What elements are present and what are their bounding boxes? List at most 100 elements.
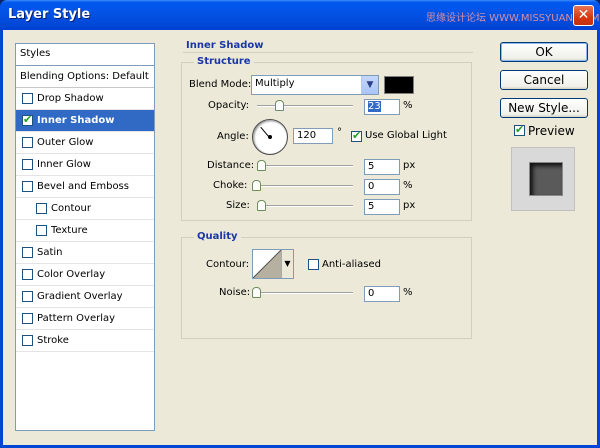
style-checkbox[interactable] [22, 269, 33, 280]
blend-mode-label: Blend Mode: [189, 79, 252, 90]
style-item-satin[interactable]: Satin [16, 242, 154, 264]
choke-label: Choke: [213, 180, 248, 191]
noise-label: Noise: [219, 287, 251, 298]
choke-value: 0 [368, 181, 375, 192]
opacity-field[interactable]: 23 [364, 99, 400, 115]
angle-field[interactable]: 120 [293, 128, 333, 144]
style-checkbox[interactable] [22, 335, 33, 346]
layer-style-dialog: Styles Blending Options: Default Drop Sh… [0, 30, 600, 448]
distance-unit: px [403, 160, 416, 171]
style-item-label: Stroke [37, 335, 69, 346]
noise-value: 0 [368, 288, 375, 299]
distance-slider-track[interactable] [257, 165, 353, 167]
style-item-label: Contour [51, 203, 91, 214]
style-item-label: Satin [37, 247, 63, 258]
size-field[interactable]: 5 [364, 199, 400, 215]
style-checkbox[interactable] [22, 181, 33, 192]
angle-unit: ° [337, 127, 342, 138]
contour-label: Contour: [206, 259, 250, 270]
style-item-label: Bevel and Emboss [37, 181, 129, 192]
style-item-label: Inner Glow [37, 159, 91, 170]
use-global-light-label: Use Global Light [365, 130, 447, 141]
choke-slider-thumb[interactable] [252, 180, 261, 191]
style-item-bevel-and-emboss[interactable]: Bevel and Emboss [16, 176, 154, 198]
opacity-unit: % [403, 100, 413, 111]
style-item-stroke[interactable]: Stroke [16, 330, 154, 352]
opacity-slider-track[interactable] [257, 105, 353, 107]
noise-unit: % [403, 287, 413, 298]
title-bar[interactable]: Layer Style 思缘设计论坛 WWW.MISSYUAN.COM ✕ [0, 0, 600, 30]
quality-title: Quality [194, 231, 241, 242]
size-unit: px [403, 200, 416, 211]
style-item-label: Pattern Overlay [37, 313, 116, 324]
choke-unit: % [403, 180, 413, 191]
window-title: Layer Style [8, 7, 91, 22]
style-item-contour[interactable]: Contour [16, 198, 154, 220]
blend-mode-select[interactable]: Multiply ▼ [251, 75, 379, 95]
distance-field[interactable]: 5 [364, 159, 400, 175]
style-item-label: Texture [51, 225, 88, 236]
style-item-label: Gradient Overlay [37, 291, 123, 302]
style-checkbox[interactable] [36, 203, 47, 214]
close-button[interactable]: ✕ [573, 5, 594, 26]
noise-field[interactable]: 0 [364, 286, 400, 302]
style-item-pattern-overlay[interactable]: Pattern Overlay [16, 308, 154, 330]
style-item-inner-glow[interactable]: Inner Glow [16, 154, 154, 176]
angle-center [268, 135, 272, 139]
style-checkbox[interactable] [22, 113, 33, 126]
contour-curve-icon [253, 250, 281, 278]
style-item-gradient-overlay[interactable]: Gradient Overlay [16, 286, 154, 308]
style-checkbox[interactable] [22, 137, 33, 148]
section-title: Inner Shadow [186, 40, 264, 51]
style-checkbox[interactable] [36, 225, 47, 236]
style-checkbox[interactable] [22, 313, 33, 324]
close-icon: ✕ [577, 7, 590, 23]
ok-button[interactable]: OK [500, 42, 588, 62]
size-slider-thumb[interactable] [257, 200, 266, 211]
style-checkbox[interactable] [22, 247, 33, 258]
structure-title: Structure [194, 56, 254, 67]
opacity-value: 23 [368, 101, 381, 112]
noise-slider-thumb[interactable] [252, 287, 261, 298]
preview-label: Preview [528, 124, 575, 138]
style-item-texture[interactable]: Texture [16, 220, 154, 242]
distance-label: Distance: [207, 160, 255, 171]
style-item-drop-shadow[interactable]: Drop Shadow [16, 88, 154, 110]
style-item-label: Inner Shadow [37, 115, 115, 126]
use-global-light-checkbox[interactable] [351, 129, 362, 142]
noise-slider-track[interactable] [255, 292, 353, 294]
preview-square [530, 163, 562, 195]
choke-field[interactable]: 0 [364, 179, 400, 195]
cancel-button[interactable]: Cancel [500, 70, 588, 90]
style-checkbox[interactable] [22, 159, 33, 170]
styles-header[interactable]: Styles [16, 44, 154, 66]
style-item-inner-shadow[interactable]: Inner Shadow [16, 110, 154, 132]
section-divider [183, 52, 473, 53]
contour-dropdown-arrow[interactable]: ▼ [281, 250, 293, 278]
choke-slider-track[interactable] [255, 185, 353, 187]
style-checkbox[interactable] [22, 291, 33, 302]
blending-options-item[interactable]: Blending Options: Default [16, 66, 154, 88]
style-item-label: Color Overlay [37, 269, 106, 280]
shadow-color-swatch[interactable] [384, 76, 414, 94]
style-preview [511, 147, 575, 211]
style-item-label: Outer Glow [37, 137, 94, 148]
chevron-down-icon[interactable]: ▼ [361, 76, 378, 94]
distance-value: 5 [368, 161, 375, 172]
anti-aliased-label: Anti-aliased [322, 259, 382, 270]
size-value: 5 [368, 201, 375, 212]
style-item-label: Drop Shadow [37, 93, 104, 104]
distance-slider-thumb[interactable] [257, 160, 266, 171]
new-style-button[interactable]: New Style... [500, 98, 588, 118]
style-checkbox[interactable] [22, 93, 33, 104]
angle-dial[interactable] [252, 119, 288, 155]
anti-aliased-checkbox[interactable] [308, 259, 319, 270]
style-item-color-overlay[interactable]: Color Overlay [16, 264, 154, 286]
size-slider-track[interactable] [257, 205, 353, 207]
size-label: Size: [226, 200, 250, 211]
opacity-label: Opacity: [208, 100, 250, 111]
opacity-slider-thumb[interactable] [275, 100, 285, 111]
preview-checkbox[interactable] [514, 123, 525, 136]
style-item-outer-glow[interactable]: Outer Glow [16, 132, 154, 154]
blend-mode-value: Multiply [255, 78, 295, 89]
